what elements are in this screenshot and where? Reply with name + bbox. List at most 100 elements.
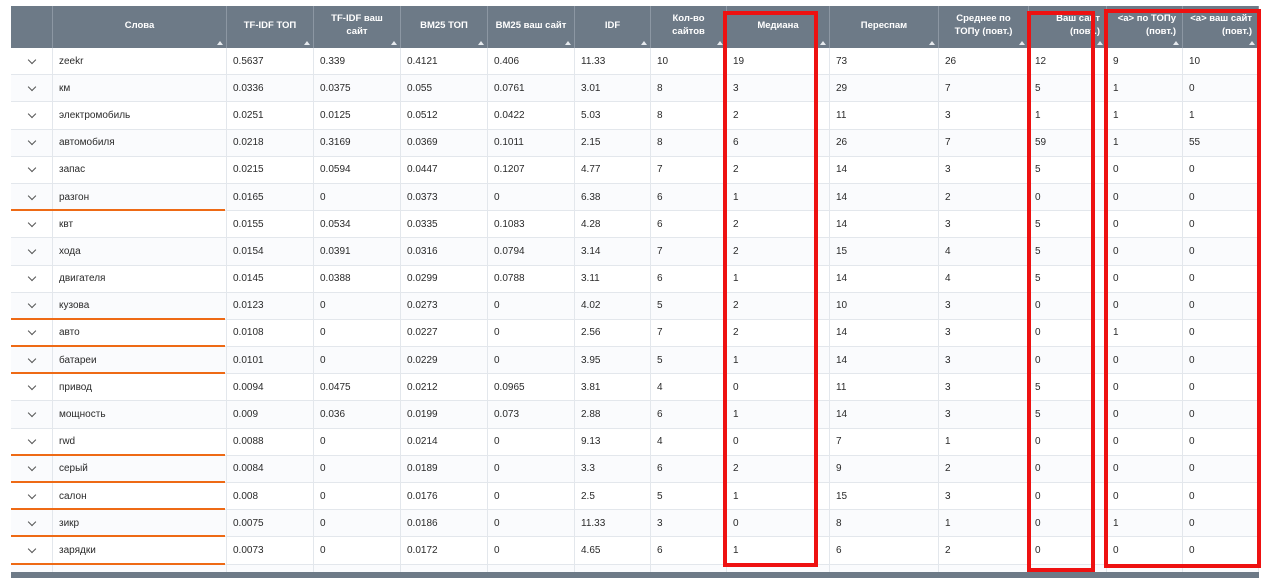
chevron-down-icon[interactable] [27,408,36,418]
chevron-down-icon[interactable] [27,490,36,499]
table-row[interactable]: привод 0.0094 0.0475 0.0212 0.0965 3.81 4 0 11 3 5… [11,374,1259,402]
chevron-down-icon[interactable] [27,164,36,173]
column-header-bm25-top[interactable]: BM25 ТОП [401,6,488,48]
expand-row-toggle[interactable] [11,319,53,347]
chevron-down-icon[interactable] [27,218,36,227]
table-row[interactable]: запас 0.0215 0.0594 0.0447 0.1207 4.77 7 2 14 3 5 0… [11,156,1259,184]
cell-sites: 4 [651,374,727,401]
sort-arrow-icon[interactable] [820,41,826,45]
table-row[interactable]: салон 0.008 0 0.0176 0 2.5 5 1 15 3 0 0 0 [11,483,1259,511]
chevron-down-icon[interactable] [27,136,36,146]
expand-row-toggle[interactable] [11,292,53,319]
table-row[interactable]: батареи 0.0101 0 0.0229 0 3.95 5 1 14 3 0 0 0 [11,347,1259,375]
expand-row-toggle[interactable] [11,537,53,564]
cell-bm25-site: 0.0422 [488,102,575,129]
column-header-sites[interactable]: Кол-во сайтов [651,6,727,48]
column-header-median[interactable]: Медиана [727,6,830,48]
expand-row-toggle[interactable] [11,75,53,102]
cell-a-top: 1 [1107,129,1183,156]
column-header-bm25-site[interactable]: BM25 ваш сайт [488,6,575,48]
table-row[interactable]: кузова 0.0123 0 0.0273 0 4.02 5 2 10 3 0 0 0 [11,292,1259,321]
column-header-your-site[interactable]: Ваш сайт (повт.) [1029,6,1107,48]
column-header-idf[interactable]: IDF [575,6,651,48]
sort-arrow-icon[interactable] [929,41,935,45]
expand-row-toggle[interactable] [11,102,53,129]
cell-bm25-site: 0 [488,183,575,211]
cell-sites: 6 [651,265,727,292]
table-row[interactable]: авто 0.0108 0 0.0227 0 2.56 7 2 14 3 0 1 0 [11,319,1259,348]
cell-a-top: 0 [1107,292,1183,319]
chevron-down-icon[interactable] [27,245,36,255]
expand-row-toggle[interactable] [11,347,53,374]
expand-row-toggle[interactable] [11,183,53,211]
column-header-word[interactable]: Слова [53,6,227,48]
table-row[interactable]: zeekr 0.5637 0.339 0.4121 0.406 11.33 10 19 73 26… [11,48,1259,76]
column-header-tfidf-top[interactable]: TF-IDF ТОП [227,6,314,48]
chevron-down-icon[interactable] [27,109,36,119]
sort-arrow-icon[interactable] [1249,41,1255,45]
cell-your-site: 0 [1029,428,1107,455]
cell-a-top: 1 [1107,510,1183,537]
chevron-down-icon[interactable] [27,517,36,527]
cell-a-top: 9 [1107,48,1183,75]
chevron-down-icon[interactable] [27,272,36,282]
sort-arrow-icon[interactable] [478,41,484,45]
table-row[interactable]: зикр 0.0075 0 0.0186 0 11.33 3 0 8 1 0 1 0 [11,510,1259,538]
table-row[interactable]: серый 0.0084 0 0.0189 0 3.3 6 2 9 2 0 0 0 [11,455,1259,484]
table-row[interactable]: мощность 0.009 0.036 0.0199 0.073 2.88 6 1 14 3 5 0… [11,401,1259,429]
expand-row-toggle[interactable] [11,483,53,510]
sort-arrow-icon[interactable] [717,41,723,45]
table-row[interactable]: двигателя 0.0145 0.0388 0.0299 0.0788 3.11 6 1 1… [11,265,1259,293]
column-header-tfidf-site[interactable]: TF-IDF ваш сайт [314,6,401,48]
table-row[interactable]: разгон 0.0165 0 0.0373 0 6.38 6 1 14 2 0 0 0 [11,183,1259,212]
sort-arrow-icon[interactable] [217,41,223,45]
table-row[interactable]: хода 0.0154 0.0391 0.0316 0.0794 3.14 7 2 15 4 5 0 0 [11,238,1259,266]
sort-arrow-icon[interactable] [641,41,647,45]
column-header-a-top[interactable]: <a> по ТОПу (повт.) [1107,6,1183,48]
expand-row-toggle[interactable] [11,129,53,156]
column-header-overspam[interactable]: Переспам [830,6,939,48]
chevron-down-icon[interactable] [27,191,36,200]
chevron-down-icon[interactable] [27,544,36,554]
chevron-down-icon[interactable] [27,82,36,92]
expand-row-toggle[interactable] [11,156,53,183]
table-row[interactable]: электромобиль 0.0251 0.0125 0.0512 0.0422 5.0… [11,102,1259,130]
cell-median: 2 [727,102,830,129]
column-header-a-site[interactable]: <a> ваш сайт (повт.) [1183,6,1259,48]
sort-arrow-icon[interactable] [1019,41,1025,45]
expand-row-toggle[interactable] [11,48,53,75]
table-row[interactable]: км 0.0336 0.0375 0.055 0.0761 3.01 8 3 29 7 5 1 0 [11,75,1259,103]
chevron-down-icon[interactable] [27,300,36,309]
expand-row-toggle[interactable] [11,265,53,292]
chevron-down-icon[interactable] [27,463,36,472]
cell-sites: 5 [651,347,727,374]
cell-bm25-site: 0 [488,483,575,510]
expand-row-toggle[interactable] [11,428,53,455]
cell-overspam: 11 [830,102,939,129]
expand-row-toggle[interactable] [11,510,53,537]
sort-arrow-icon[interactable] [391,41,397,45]
chevron-down-icon[interactable] [27,435,36,445]
sort-arrow-icon[interactable] [565,41,571,45]
table-row[interactable]: квт 0.0155 0.0534 0.0335 0.1083 4.28 6 2 14 3 5 0 0 [11,211,1259,239]
expand-row-toggle[interactable] [11,455,53,482]
expand-row-toggle[interactable] [11,238,53,265]
cell-tfidf-top: 0.0251 [227,102,314,129]
table-row[interactable]: зарядки 0.0073 0 0.0172 0 4.65 6 1 6 2 0 0 0 [11,537,1259,565]
expand-row-toggle[interactable] [11,211,53,238]
chevron-down-icon[interactable] [27,381,36,391]
chevron-down-icon[interactable] [27,354,36,363]
sort-arrow-icon[interactable] [304,41,310,45]
cell-bm25-top: 0.0335 [401,211,488,238]
cell-your-site: 5 [1029,156,1107,183]
chevron-down-icon[interactable] [27,327,36,336]
column-header-avg-top[interactable]: Среднее по ТОПу (повт.) [939,6,1029,48]
sort-arrow-icon[interactable] [1097,41,1103,45]
expand-row-toggle[interactable] [11,374,53,401]
table-row[interactable]: автомобиля 0.0218 0.3169 0.0369 0.1011 2.15 8 6… [11,129,1259,157]
sort-arrow-icon[interactable] [1173,41,1179,45]
chevron-down-icon[interactable] [27,55,36,64]
table-row[interactable]: rwd 0.0088 0 0.0214 0 9.13 4 0 7 1 0 0 0 [11,428,1259,457]
cell-overspam: 15 [830,483,939,510]
expand-row-toggle[interactable] [11,401,53,428]
